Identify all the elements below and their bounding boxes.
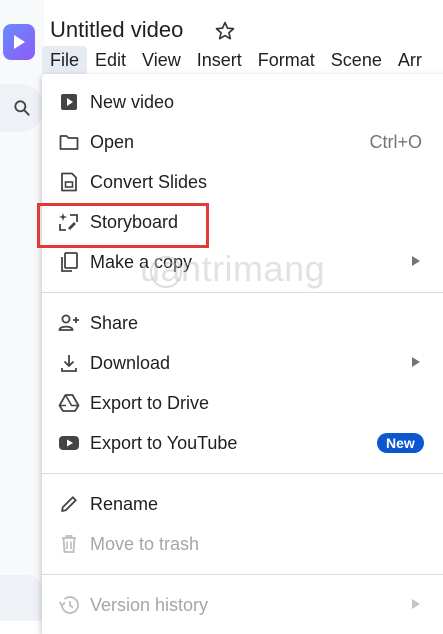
menu-item-label: Rename	[90, 494, 159, 514]
document-title[interactable]: Untitled video	[50, 17, 183, 43]
pencil-icon	[58, 493, 80, 515]
menu-edit[interactable]: Edit	[87, 46, 134, 74]
menu-item-open[interactable]: Open Ctrl+O	[42, 122, 442, 162]
menu-item-label: Export to Drive	[90, 393, 210, 413]
menu-file[interactable]: File	[42, 46, 88, 74]
menu-insert[interactable]: Insert	[189, 46, 250, 74]
menu-item-download[interactable]: Download	[42, 343, 442, 383]
submenu-arrow-icon	[412, 357, 420, 367]
submenu-arrow-icon	[412, 599, 420, 609]
folder-icon	[58, 131, 80, 153]
menu-item-export-to-youtube[interactable]: Export to YouTube New	[42, 423, 442, 463]
menu-bar: File Edit View Insert Format Scene Arr	[42, 46, 430, 74]
star-icon[interactable]	[214, 20, 236, 42]
copy-icon	[58, 251, 80, 273]
youtube-icon	[58, 432, 80, 454]
keyboard-shortcut: Ctrl+O	[369, 132, 422, 152]
menu-view[interactable]: View	[134, 46, 189, 74]
play-box-icon	[58, 91, 80, 113]
menu-item-export-to-drive[interactable]: Export to Drive	[42, 383, 442, 423]
drive-icon	[58, 392, 80, 414]
menu-item-label: Export to YouTube	[90, 433, 238, 453]
menu-item-convert-slides[interactable]: Convert Slides	[42, 162, 442, 202]
search-icon	[14, 100, 30, 116]
person-add-icon	[58, 312, 80, 334]
menu-item-label: Convert Slides	[90, 172, 208, 192]
menu-item-label: Share	[90, 313, 139, 333]
new-badge: New	[377, 433, 424, 453]
menu-item-share[interactable]: Share	[42, 303, 442, 343]
submenu-arrow-icon	[412, 256, 420, 266]
history-icon	[58, 594, 80, 616]
menu-item-label: Move to trash	[90, 534, 200, 554]
menu-divider	[42, 574, 443, 575]
watermark-text: uantrimang	[140, 248, 326, 289]
storyboard-highlight-box	[37, 203, 209, 248]
menu-item-label: Version history	[90, 595, 209, 615]
slides-icon	[58, 171, 80, 193]
menu-item-new-video[interactable]: New video	[42, 82, 442, 122]
menu-item-label: Open	[90, 132, 135, 152]
menu-arrange[interactable]: Arr	[390, 46, 430, 74]
vids-logo-icon[interactable]	[3, 24, 35, 60]
menu-item-move-to-trash: Move to trash	[42, 524, 442, 564]
file-menu-dropdown: New video Open Ctrl+O Convert Slides Sto…	[42, 74, 443, 634]
menu-item-rename[interactable]: Rename	[42, 484, 442, 524]
sidebar-bottom-panel	[0, 575, 44, 621]
menu-item-version-history: Version history	[42, 585, 442, 625]
menu-item-label: Download	[90, 353, 171, 373]
menu-divider	[42, 473, 443, 474]
menu-scene[interactable]: Scene	[323, 46, 390, 74]
menu-item-label: New video	[90, 92, 175, 112]
menu-format[interactable]: Format	[250, 46, 323, 74]
download-icon	[58, 352, 80, 374]
menu-divider	[42, 292, 443, 293]
trash-icon	[58, 533, 80, 555]
